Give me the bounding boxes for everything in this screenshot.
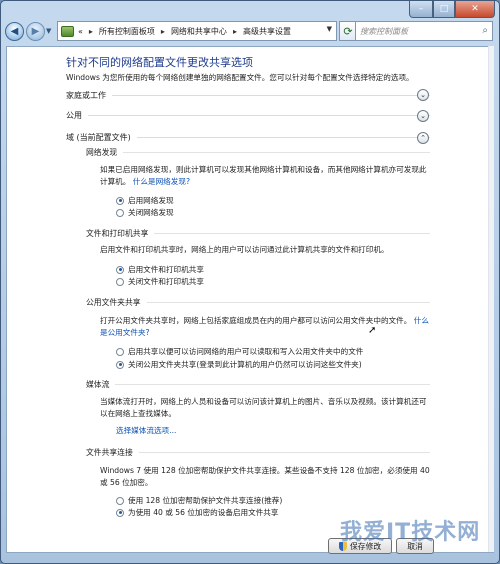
radio-disable-file-printer-sharing[interactable]: 关闭文件和打印机共享 [116, 276, 204, 287]
section-file-sharing-connections: 文件共享连接 [86, 446, 430, 458]
divider [88, 114, 430, 116]
radio-button[interactable] [116, 508, 124, 517]
profile-public[interactable]: 公用 [66, 108, 430, 122]
radio-label: 使用 128 位加密帮助保护文件共享连接(推荐) [128, 496, 283, 505]
section-heading: 文件共享连接 [86, 447, 133, 457]
address-dropdown-icon[interactable]: ▼ [327, 25, 332, 33]
profile-label: 家庭或工作 [66, 90, 106, 100]
section-text-body: Windows 7 使用 128 位加密帮助保护文件共享连接。某些设备不支持 1… [100, 466, 430, 487]
section-heading: 文件和打印机共享 [86, 228, 149, 238]
radio-button[interactable] [116, 208, 124, 217]
section-network-discovery: 网络发现 [86, 146, 430, 158]
divider [112, 94, 430, 96]
divider [123, 151, 430, 153]
section-text-body: 当媒体流打开时，网络上的人员和设备可以访问该计算机上的图片、音乐以及视频。该计算… [100, 397, 427, 418]
search-placeholder: 搜索控制面板 [360, 26, 408, 36]
back-arrow-icon: ◀ [10, 25, 19, 37]
forward-button[interactable]: ▶ [26, 21, 45, 41]
forward-arrow-icon: ▶ [31, 25, 40, 37]
section-text: 打开公用文件夹共享时，网络上包括家庭组成员在内的用户都可以访问公用文件夹中的文件… [100, 315, 430, 339]
breadcrumb-separator: ▸ [232, 26, 237, 36]
radio-enable-public-folder-sharing[interactable]: 启用共享以便可以访问网络的用户可以读取和写入公用文件夹中的文件 [116, 346, 363, 357]
radio-label: 启用网络发现 [128, 196, 174, 205]
search-input[interactable]: 搜索控制面板 ⌕ [355, 21, 493, 41]
radio-enable-network-discovery[interactable]: 启用网络发现 [116, 195, 174, 206]
radio-button[interactable] [116, 360, 124, 369]
profile-label: 公用 [66, 110, 82, 120]
section-text-body: 打开公用文件夹共享时，网络上包括家庭组成员在内的用户都可以访问公用文件夹中的文件… [100, 316, 412, 325]
breadcrumb-item[interactable]: 网络和共享中心 [171, 26, 227, 37]
breadcrumb-item[interactable]: 所有控制面板项 [99, 26, 155, 37]
radio-40-56-bit-encryption[interactable]: 为使用 40 或 56 位加密的设备启用文件共享 [116, 507, 278, 518]
breadcrumb-item[interactable]: 高级共享设置 [243, 26, 291, 37]
radio-label: 启用共享以便可以访问网络的用户可以读取和写入公用文件夹中的文件 [128, 347, 364, 356]
radio-label: 关闭文件和打印机共享 [128, 277, 204, 286]
help-link-network-discovery[interactable]: 什么是网络发现? [133, 177, 190, 186]
profile-domain[interactable]: 域 (当前配置文件) [66, 130, 430, 144]
minimize-button[interactable]: – [409, 1, 433, 18]
section-public-folder-sharing: 公用文件夹共享 [86, 296, 430, 308]
radio-label: 为使用 40 或 56 位加密的设备启用文件共享 [128, 508, 279, 517]
divider [115, 383, 430, 385]
radio-button[interactable] [116, 277, 124, 286]
section-file-printer-sharing: 文件和打印机共享 [86, 227, 430, 239]
radio-label: 关闭网络发现 [128, 208, 174, 217]
breadcrumb-separator: ▸ [88, 26, 93, 36]
page-description: Windows 为您所使用的每个网络创建单独的网络配置文件。您可以针对每个配置文… [66, 73, 414, 82]
toolbar: ◀ ▶ ▼ « ▸ 所有控制面板项 ▸ 网络和共享中心 ▸ 高级共享设置 ▼ ⟳… [5, 19, 495, 43]
radio-label: 启用文件和打印机共享 [128, 265, 204, 274]
caption-buttons: – □ ✕ [409, 1, 495, 18]
chevron-down-icon: ▼ [46, 27, 52, 35]
section-text: 当媒体流打开时，网络上的人员和设备可以访问该计算机上的图片、音乐以及视频。该计算… [100, 396, 430, 420]
address-bar[interactable]: « ▸ 所有控制面板项 ▸ 网络和共享中心 ▸ 高级共享设置 ▼ [57, 21, 337, 41]
maximize-button[interactable]: □ [433, 1, 455, 18]
divider [154, 232, 430, 234]
section-heading: 公用文件夹共享 [86, 297, 141, 307]
section-text: 启用文件和打印机共享时，网络上的用户可以访问通过此计算机共享的文件和打印机。 [100, 244, 430, 256]
radio-disable-public-folder-sharing[interactable]: 关闭公用文件夹共享(登录到此计算机的用户仍然可以访问这些文件夹) [116, 359, 362, 370]
expand-chevron-icon[interactable]: ⌄ [417, 110, 429, 122]
expand-chevron-icon[interactable]: ⌄ [417, 89, 429, 101]
radio-disable-network-discovery[interactable]: 关闭网络发现 [116, 207, 174, 218]
section-heading: 媒体流 [86, 379, 110, 389]
watermark: 我爱IT技术网 [340, 520, 481, 545]
profile-label: 域 (当前配置文件) [66, 132, 131, 142]
recent-pages-dropdown[interactable]: ▼ [46, 27, 56, 35]
control-panel-icon [61, 25, 74, 37]
section-text: 如果已启用网络发现，则此计算机可以发现其他网络计算机和设备，而其他网络计算机亦可… [100, 164, 430, 188]
divider [138, 451, 430, 453]
page-title: 针对不同的网络配置文件更改共享选项 [66, 56, 253, 69]
search-icon[interactable]: ⌕ [482, 25, 488, 36]
radio-enable-file-printer-sharing[interactable]: 启用文件和打印机共享 [116, 264, 204, 275]
radio-button[interactable] [116, 347, 124, 356]
vertical-scrollbar[interactable] [488, 46, 494, 552]
section-text: Windows 7 使用 128 位加密帮助保护文件共享连接。某些设备不支持 1… [100, 465, 430, 489]
divider [136, 136, 430, 138]
section-text-body: 启用文件和打印机共享时，网络上的用户可以访问通过此计算机共享的文件和打印机。 [100, 245, 389, 254]
radio-label: 关闭公用文件夹共享(登录到此计算机的用户仍然可以访问这些文件夹) [128, 360, 362, 369]
refresh-icon: ⟳ [343, 24, 353, 38]
radio-button[interactable] [116, 265, 124, 274]
back-button[interactable]: ◀ [5, 21, 24, 41]
section-media-streaming: 媒体流 [86, 378, 430, 390]
profile-home-work[interactable]: 家庭或工作 [66, 88, 430, 102]
radio-128-bit-encryption[interactable]: 使用 128 位加密帮助保护文件共享连接(推荐) [116, 495, 282, 506]
divider [146, 301, 430, 303]
radio-button[interactable] [116, 196, 124, 205]
media-streaming-options-link[interactable]: 选择媒体流选项... [116, 425, 176, 437]
radio-button[interactable] [116, 496, 124, 505]
breadcrumb-separator: ▸ [160, 26, 165, 36]
breadcrumb-overflow[interactable]: « [78, 27, 83, 36]
collapse-chevron-icon[interactable]: ⌃ [417, 132, 429, 144]
close-button[interactable]: ✕ [455, 1, 495, 18]
section-heading: 网络发现 [86, 147, 118, 157]
mouse-cursor-icon: ➚ [368, 325, 377, 336]
